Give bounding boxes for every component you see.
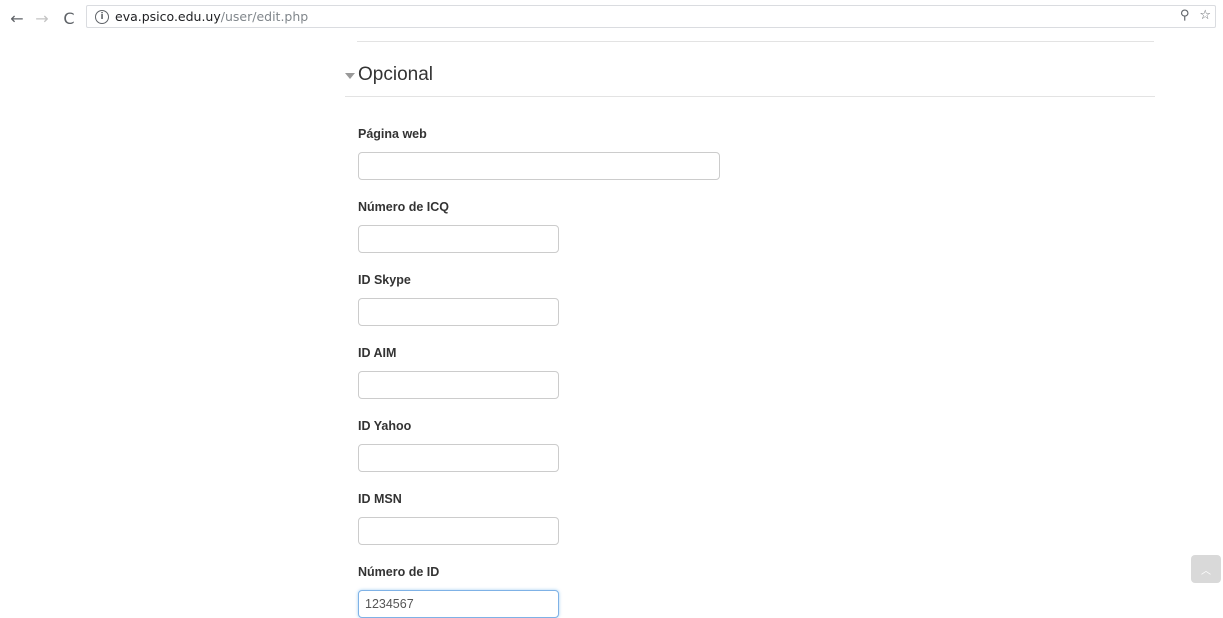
field-label: ID Yahoo bbox=[358, 419, 412, 433]
skype-input[interactable] bbox=[358, 298, 559, 326]
field-pagina-web: Página web bbox=[358, 126, 720, 180]
field-id-skype: ID Skype bbox=[358, 272, 559, 326]
field-id-aim: ID AIM bbox=[358, 345, 559, 399]
scroll-to-top-button[interactable]: ︿ bbox=[1191, 555, 1221, 583]
chevron-up-icon: ︿ bbox=[1201, 565, 1211, 577]
caret-down-icon[interactable] bbox=[345, 73, 355, 79]
legend-divider bbox=[345, 96, 1155, 97]
star-icon[interactable]: ☆ bbox=[1199, 8, 1211, 23]
id-number-input[interactable] bbox=[358, 590, 559, 618]
field-id-yahoo: ID Yahoo bbox=[358, 418, 559, 472]
browser-toolbar: ← → C i eva.psico.edu.uy/user/edit.php ⚲… bbox=[0, 0, 1223, 36]
url-host: eva.psico.edu.uy bbox=[115, 9, 221, 24]
icq-input[interactable] bbox=[358, 225, 559, 253]
reload-icon[interactable]: C bbox=[58, 7, 80, 29]
omnibox-actions: ⚲ ☆ bbox=[1180, 8, 1211, 23]
field-id-msn: ID MSN bbox=[358, 491, 559, 545]
field-numero-icq: Número de ICQ bbox=[358, 199, 559, 253]
forward-arrow-icon[interactable]: → bbox=[31, 7, 53, 29]
pagina-web-input[interactable] bbox=[358, 152, 720, 180]
info-icon[interactable]: i bbox=[95, 9, 109, 24]
field-numero-id: Número de ID bbox=[358, 564, 559, 618]
field-label: ID AIM bbox=[358, 346, 397, 360]
address-bar[interactable]: i eva.psico.edu.uy/user/edit.php ⚲ ☆ bbox=[86, 5, 1216, 28]
url-path: /user/edit.php bbox=[220, 9, 309, 24]
field-label: ID Skype bbox=[358, 273, 411, 287]
section-title[interactable]: Opcional bbox=[358, 64, 433, 86]
key-icon[interactable]: ⚲ bbox=[1180, 8, 1190, 23]
field-label: Número de ID bbox=[358, 565, 440, 579]
field-label: ID MSN bbox=[358, 492, 402, 506]
url-text[interactable]: eva.psico.edu.uy/user/edit.php bbox=[115, 9, 308, 24]
back-arrow-icon[interactable]: ← bbox=[6, 7, 28, 29]
yahoo-input[interactable] bbox=[358, 444, 559, 472]
msn-input[interactable] bbox=[358, 517, 559, 545]
field-label: Número de ICQ bbox=[358, 200, 449, 214]
field-label: Página web bbox=[358, 127, 427, 141]
aim-input[interactable] bbox=[358, 371, 559, 399]
section-legend[interactable]: Opcional bbox=[345, 64, 433, 86]
section-divider bbox=[357, 41, 1154, 42]
